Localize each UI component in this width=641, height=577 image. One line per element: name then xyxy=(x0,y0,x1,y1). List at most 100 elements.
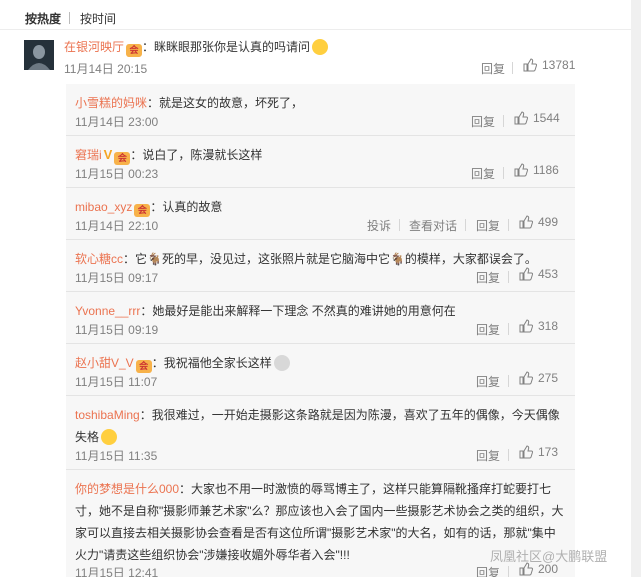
reply-timestamp: 11月14日 22:10 xyxy=(75,219,159,233)
reply-timestamp: 11月15日 11:07 xyxy=(75,375,158,389)
comment-username[interactable]: 在银河映厅 xyxy=(64,40,124,54)
comment-timestamp: 11月14日 20:15 xyxy=(64,62,148,76)
like-button[interactable]: 173 xyxy=(519,445,558,459)
like-count: 1186 xyxy=(533,163,559,177)
reply-button[interactable]: 回复 xyxy=(476,217,500,234)
reply-body: 小雪糕的妈咪：就是这女的故意，坏死了， xyxy=(75,92,565,114)
laughing-emoji-icon xyxy=(312,39,329,55)
divider xyxy=(508,219,509,231)
reply-text: ：它🐐死的早，没见过，这张照片就是它脑海中它🐐的模样，大家都误会了。 xyxy=(123,252,537,266)
sort-bar: 按热度 按时间 xyxy=(0,0,641,30)
reply-body: mibao_xyz 会：认真的故意 xyxy=(75,196,565,218)
view-conversation-button[interactable]: 查看对话 xyxy=(409,217,457,234)
reply-timestamp: 11月15日 12:41 xyxy=(75,566,159,577)
divider xyxy=(508,271,509,283)
reply-button[interactable]: 回复 xyxy=(476,373,500,390)
tab-sort-by-time[interactable]: 按时间 xyxy=(80,10,116,27)
reply-item: 赵小甜V_V 会：我祝福他全家长这样 11月15日 11:07 回复 275 xyxy=(66,344,575,396)
like-count: 13781 xyxy=(542,58,576,72)
reply-item: 窘瑞i V 会：说白了，陈漫就长这样 11月15日 00:23 回复 1186 xyxy=(66,136,575,188)
like-button[interactable]: 1186 xyxy=(514,163,559,177)
divider xyxy=(503,167,504,179)
reply-username[interactable]: 小雪糕的妈咪 xyxy=(75,96,147,110)
reply-list: 小雪糕的妈咪：就是这女的故意，坏死了， 11月14日 23:00 回复 1544… xyxy=(66,84,575,577)
comment-text: ：眯眯眼那张你是认真的吗请问 xyxy=(142,40,311,54)
avatar[interactable] xyxy=(24,40,54,70)
thumbs-up-icon xyxy=(519,371,534,385)
reply-body: 窘瑞i V 会：说白了，陈漫就长这样 xyxy=(75,144,565,166)
divider xyxy=(508,375,509,387)
reply-body: 软心糖cc：它🐐死的早，没见过，这张照片就是它脑海中它🐐的模样，大家都误会了。 xyxy=(75,248,565,270)
reply-username[interactable]: 赵小甜V_V xyxy=(75,356,134,370)
reply-username[interactable]: 软心糖cc xyxy=(75,252,123,266)
reply-username[interactable]: Yvonne__rrr xyxy=(75,304,140,318)
reply-text: ：她最好是能出来解释一下理念 不然真的难讲她的用意何在 xyxy=(140,304,456,318)
like-button[interactable]: 453 xyxy=(519,267,558,281)
member-badge-icon: 会 xyxy=(126,44,143,57)
thumbs-up-icon xyxy=(514,111,529,125)
thumbs-up-icon xyxy=(523,58,538,72)
report-button[interactable]: 投诉 xyxy=(367,217,391,234)
reply-text: ：我祝福他全家长这样 xyxy=(151,356,272,370)
like-button[interactable]: 499 xyxy=(519,215,558,229)
like-count: 1544 xyxy=(533,111,560,125)
comments-panel: 按热度 按时间 在银河映厅会：眯眯眼那张你是认真的吗请问 11月14日 20:1… xyxy=(0,0,641,577)
reply-item: 小雪糕的妈咪：就是这女的故意，坏死了， 11月14日 23:00 回复 1544 xyxy=(66,84,575,136)
reply-button[interactable]: 回复 xyxy=(476,321,500,338)
reply-timestamp: 11月15日 11:35 xyxy=(75,449,158,463)
reply-button[interactable]: 回复 xyxy=(481,60,505,77)
reply-timestamp: 11月14日 23:00 xyxy=(75,115,159,129)
main-comment: 在银河映厅会：眯眯眼那张你是认真的吗请问 11月14日 20:15 回复 137… xyxy=(0,30,641,80)
thumbs-up-icon xyxy=(519,319,534,333)
reply-text: ：认真的故意 xyxy=(150,200,223,214)
page-edge xyxy=(631,0,641,577)
divider xyxy=(508,566,509,577)
member-badge-icon: 会 xyxy=(134,204,151,217)
reply-button[interactable]: 回复 xyxy=(471,165,495,182)
reply-body: 赵小甜V_V 会：我祝福他全家长这样 xyxy=(75,352,565,374)
reply-timestamp: 11月15日 09:17 xyxy=(75,271,159,285)
like-button[interactable]: 318 xyxy=(519,319,558,333)
reply-item: toshibaMing：我很难过，一开始走摄影这条路就是因为陈漫，喜欢了五年的偶… xyxy=(66,396,575,470)
reply-text: ：说白了，陈漫就长这样 xyxy=(130,148,263,162)
reply-text: ：我很难过，一开始走摄影这条路就是因为陈漫，喜欢了五年的偶像，今天偶像失格 xyxy=(75,408,560,444)
member-badge-icon: 会 xyxy=(135,360,152,373)
like-count: 318 xyxy=(538,319,559,333)
tab-sort-by-hot[interactable]: 按热度 xyxy=(25,10,61,27)
reply-timestamp: 11月15日 00:23 xyxy=(75,167,159,181)
reply-body: Yvonne__rrr：她最好是能出来解释一下理念 不然真的难讲她的用意何在 xyxy=(75,300,565,322)
like-button[interactable]: 1544 xyxy=(514,111,560,125)
like-button[interactable]: 275 xyxy=(519,371,558,385)
divider xyxy=(512,62,513,74)
reply-item: 软心糖cc：它🐐死的早，没见过，这张照片就是它脑海中它🐐的模样，大家都误会了。 … xyxy=(66,240,575,292)
divider xyxy=(508,323,509,335)
like-count: 275 xyxy=(538,371,559,385)
main-comment-body: 在银河映厅会：眯眯眼那张你是认真的吗请问 xyxy=(64,38,329,57)
reply-username[interactable]: 你的梦想是什么000 xyxy=(75,482,179,496)
member-badge-icon: 会 xyxy=(114,152,131,165)
reply-text: ：就是这女的故意，坏死了， xyxy=(147,96,304,110)
crying-emoji-icon xyxy=(273,355,290,371)
reply-body: toshibaMing：我很难过，一开始走摄影这条路就是因为陈漫，喜欢了五年的偶… xyxy=(75,404,565,448)
verified-v-icon: V xyxy=(103,147,113,162)
thumbs-up-icon xyxy=(519,267,534,281)
reply-item: Yvonne__rrr：她最好是能出来解释一下理念 不然真的难讲她的用意何在 1… xyxy=(66,292,575,344)
thumbs-up-icon xyxy=(519,445,534,459)
reply-button[interactable]: 回复 xyxy=(476,269,500,286)
watermark: 凤凰社区@大鹏联盟 xyxy=(490,549,608,564)
like-count: 453 xyxy=(538,267,559,281)
divider xyxy=(465,219,466,231)
divider xyxy=(508,449,509,461)
reply-timestamp: 11月15日 09:19 xyxy=(75,323,159,337)
thumbs-up-icon xyxy=(519,215,534,229)
like-count: 173 xyxy=(538,445,559,459)
reply-button[interactable]: 回复 xyxy=(476,564,500,577)
reply-username[interactable]: mibao_xyz xyxy=(75,200,132,214)
like-button[interactable]: 13781 xyxy=(523,58,575,72)
reply-username[interactable]: toshibaMing xyxy=(75,408,140,422)
divider xyxy=(503,115,504,127)
reply-button[interactable]: 回复 xyxy=(471,113,495,130)
reply-button[interactable]: 回复 xyxy=(476,447,500,464)
crying-emoji-icon xyxy=(101,429,118,445)
reply-username[interactable]: 窘瑞i xyxy=(75,148,102,162)
